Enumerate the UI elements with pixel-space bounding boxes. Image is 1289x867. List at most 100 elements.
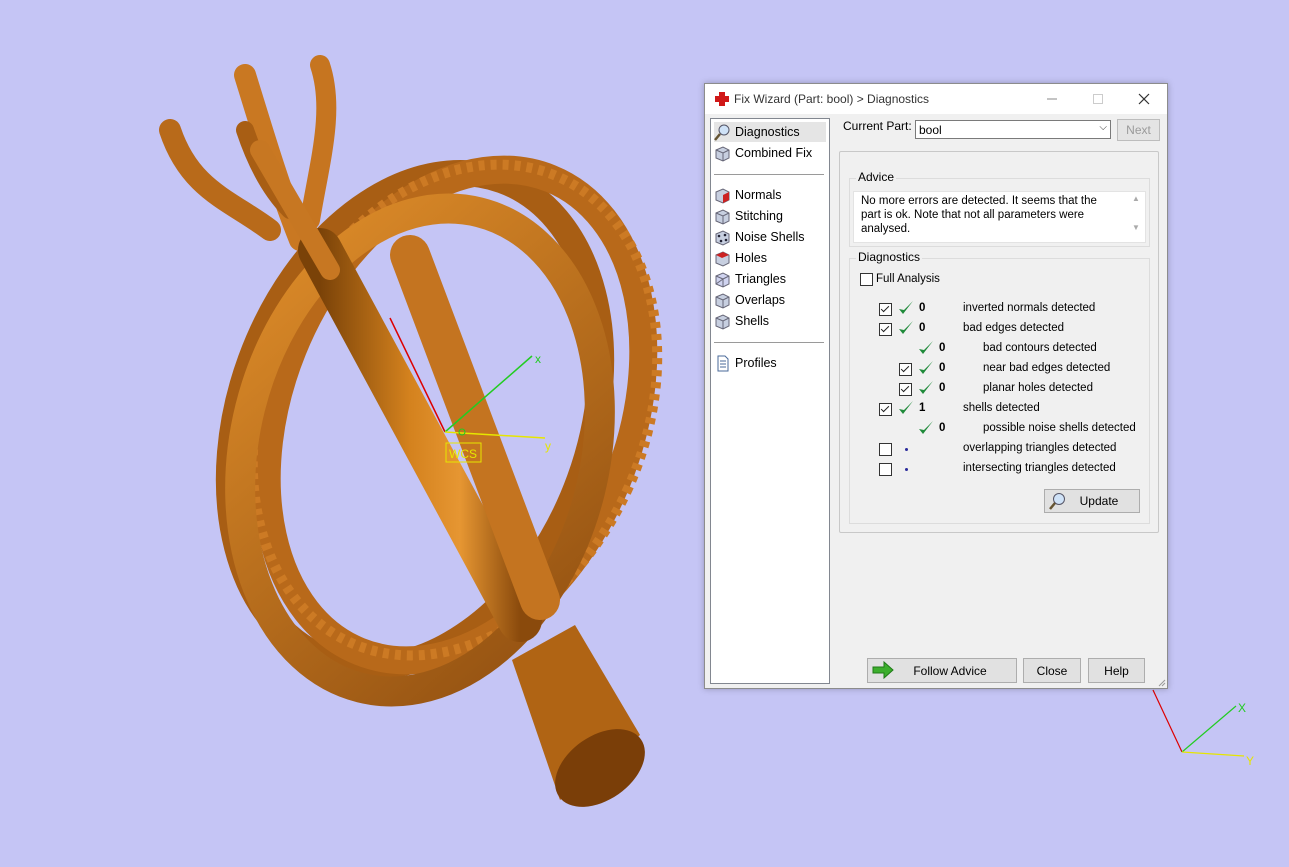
diagnostic-label: planar holes detected	[983, 382, 1093, 394]
overlaps-cube-icon	[714, 292, 731, 309]
nav-item-profiles[interactable]: Profiles	[714, 353, 781, 373]
advice-group: Advice No more errors are detected. It s…	[849, 170, 1150, 247]
diagnostic-checkbox[interactable]	[899, 383, 912, 396]
next-button[interactable]: Next	[1117, 119, 1160, 141]
green-check-icon	[898, 400, 914, 416]
diagnostic-checkbox[interactable]	[879, 403, 892, 416]
wcs-axis-x-label: x	[535, 352, 541, 366]
diagnostic-label: bad contours detected	[983, 342, 1097, 354]
nav-item-label: Triangles	[735, 272, 786, 286]
scroll-down-icon[interactable]: ▼	[1129, 223, 1143, 232]
pending-dot-icon	[905, 468, 908, 471]
diagnostic-checkbox[interactable]	[879, 463, 892, 476]
help-button[interactable]: Help	[1088, 658, 1145, 683]
diagnostic-label: inverted normals detected	[963, 302, 1096, 314]
nav-item-label: Diagnostics	[735, 125, 800, 139]
minimize-button[interactable]	[1029, 84, 1075, 114]
nav-item-triangles[interactable]: Triangles	[714, 269, 790, 289]
noise-shells-cube-icon	[714, 229, 731, 246]
diagnostics-panel: Advice No more errors are detected. It s…	[839, 151, 1159, 533]
current-part-label: Current Part:	[843, 119, 912, 133]
fix-wizard-dialog: Fix Wizard (Part: bool) > Diagnostics Di…	[704, 83, 1168, 689]
diagnostic-count: 0	[919, 322, 926, 334]
diagnostic-label: intersecting triangles detected	[963, 462, 1116, 474]
red-cross-icon	[715, 92, 729, 106]
diagnostic-count: 0	[939, 382, 946, 394]
close-window-button[interactable]	[1121, 84, 1167, 114]
update-label: Update	[1079, 494, 1119, 508]
nav-item-label: Shells	[735, 314, 770, 328]
stitching-cube-icon	[714, 208, 731, 225]
nav-item-holes[interactable]: Holes	[714, 248, 771, 268]
nav-item-stitching[interactable]: Stitching	[714, 206, 787, 226]
advice-text: No more errors are detected. It seems th…	[861, 195, 1097, 235]
ring-model	[159, 55, 663, 807]
resize-grip-icon[interactable]	[1156, 677, 1166, 687]
full-analysis-checkbox[interactable]	[860, 273, 873, 286]
nav-divider	[714, 342, 824, 343]
corner-axis-x-label: X	[1238, 701, 1246, 715]
current-part-value: bool	[919, 123, 942, 137]
corner-axes: X Y	[1152, 689, 1254, 768]
diagnostics-group-title: Diagnostics	[856, 250, 923, 264]
green-check-icon	[918, 360, 934, 376]
follow-advice-label: Follow Advice	[913, 663, 987, 678]
nav-item-normals[interactable]: Normals	[714, 185, 786, 205]
diagnostic-checkbox[interactable]	[899, 363, 912, 376]
magnifier-icon	[1048, 492, 1068, 513]
wcs-axis-y-label: y	[545, 439, 551, 453]
close-icon	[1138, 93, 1150, 105]
green-check-icon	[918, 420, 934, 436]
close-button[interactable]: Close	[1023, 658, 1081, 683]
diagnostic-label: near bad edges detected	[983, 362, 1111, 374]
maximize-icon	[1093, 94, 1103, 104]
nav-item-label: Stitching	[735, 209, 783, 223]
shells-cube-icon	[714, 313, 731, 330]
nav-item-label: Overlaps	[735, 293, 786, 307]
diagnostic-checkbox[interactable]	[879, 323, 892, 336]
diagnostic-count: 1	[919, 402, 926, 414]
magnifier-icon	[714, 124, 731, 141]
wcs-label: WCS	[449, 447, 477, 461]
nav-item-noise-shells[interactable]: Noise Shells	[714, 227, 808, 247]
diagnostic-label: shells detected	[963, 402, 1040, 414]
holes-cube-icon	[714, 250, 731, 267]
nav-item-diagnostics[interactable]: Diagnostics	[714, 122, 826, 142]
dialog-title: Fix Wizard (Part: bool) > Diagnostics	[734, 92, 930, 106]
scroll-up-icon[interactable]: ▲	[1129, 194, 1143, 203]
green-check-icon	[918, 340, 934, 356]
diagnostic-label: possible noise shells detected	[983, 422, 1136, 434]
diagnostics-group: Diagnostics Full Analysis 0 inverted norm…	[849, 250, 1150, 524]
nav-item-label: Combined Fix	[735, 146, 813, 160]
green-check-icon	[918, 380, 934, 396]
pending-dot-icon	[905, 448, 908, 451]
diagnostic-count: 0	[919, 302, 926, 314]
nav-item-label: Profiles	[735, 356, 777, 370]
nav-divider	[714, 174, 824, 175]
wizard-nav-list: Diagnostics Combined Fix Normals Stitchi…	[710, 118, 830, 684]
current-part-select[interactable]: bool ⌵	[915, 120, 1111, 139]
diagnostic-label: overlapping triangles detected	[963, 442, 1117, 454]
update-button[interactable]: Update	[1044, 489, 1140, 513]
advice-textbox[interactable]: No more errors are detected. It seems th…	[853, 191, 1146, 243]
advice-scrollbar[interactable]: ▲ ▼	[1129, 194, 1143, 238]
maximize-button[interactable]	[1075, 84, 1121, 114]
diagnostic-count: 0	[939, 362, 946, 374]
document-icon	[714, 355, 731, 372]
nav-item-combined-fix[interactable]: Combined Fix	[714, 143, 816, 163]
normals-cube-icon	[714, 187, 731, 204]
full-analysis-label: Full Analysis	[876, 273, 940, 285]
nav-item-overlaps[interactable]: Overlaps	[714, 290, 789, 310]
cube-icon	[714, 145, 731, 162]
diagnostic-count: 0	[939, 342, 946, 354]
green-check-icon	[898, 300, 914, 316]
nav-item-label: Normals	[735, 188, 782, 202]
nav-item-label: Noise Shells	[735, 230, 805, 244]
follow-advice-button[interactable]: Follow Advice	[867, 658, 1017, 683]
diagnostic-label: bad edges detected	[963, 322, 1065, 334]
nav-item-shells[interactable]: Shells	[714, 311, 773, 331]
diagnostic-checkbox[interactable]	[879, 443, 892, 456]
title-bar[interactable]: Fix Wizard (Part: bool) > Diagnostics	[705, 84, 1167, 114]
diagnostic-checkbox[interactable]	[879, 303, 892, 316]
corner-axis-y-label: Y	[1246, 754, 1254, 768]
